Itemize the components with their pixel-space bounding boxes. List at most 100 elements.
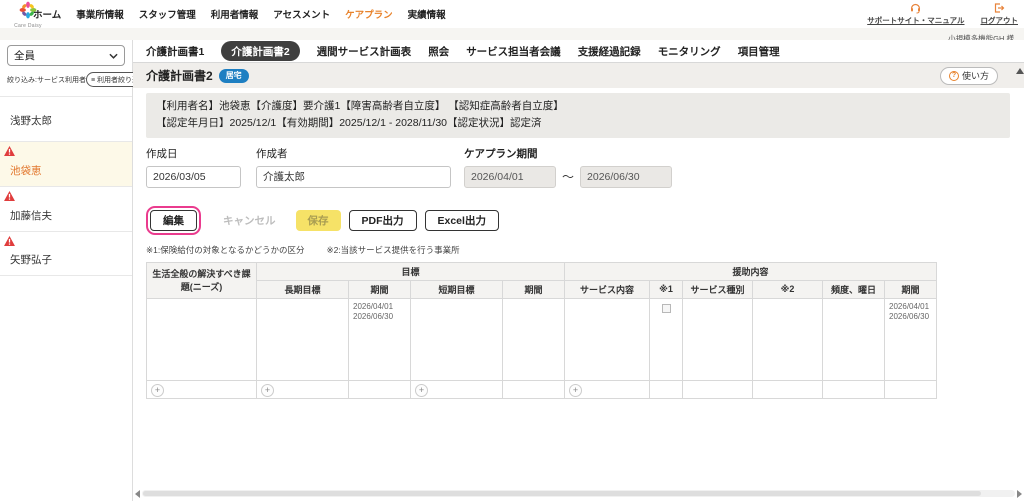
edit-button[interactable]: 編集 [150, 210, 197, 231]
logout-icon [993, 2, 1005, 14]
user-list-item[interactable]: 加藤信夫 [0, 186, 132, 231]
user-list-item[interactable]: 矢野弘子 [0, 231, 132, 276]
user-group-select-value: 全員 [14, 48, 35, 63]
horizontal-scrollbar[interactable] [133, 489, 1024, 498]
add-needs-button[interactable]: + [151, 384, 164, 397]
usage-help-button[interactable]: ? 使い方 [940, 67, 998, 85]
tab-weekly-service-plan[interactable]: 週間サービス計画表 [317, 44, 412, 59]
user-group-select[interactable]: 全員 [7, 45, 125, 66]
col-header-note2: ※2 [753, 280, 823, 298]
col-header-short-goal: 短期目標 [411, 280, 503, 298]
excel-export-button[interactable]: Excel出力 [425, 210, 499, 231]
kyotaku-badge: 居宅 [219, 69, 249, 83]
filter-row: 絞り込み:サービス利用者 ≡ 利用者絞り込み [7, 72, 128, 87]
add-service-cell: + [565, 380, 650, 398]
author-label: 作成者 [256, 146, 451, 161]
created-date-input[interactable] [146, 166, 241, 188]
horizontal-scroll-thumb[interactable] [143, 491, 981, 496]
col-header-period: 期間 [885, 280, 937, 298]
logout-link[interactable]: ログアウト [981, 2, 1019, 26]
user-summary-box: 【利用者名】池袋恵【介護度】要介護1【障害高齢者自立度】 【認知症高齢者自立度】… [146, 93, 1010, 138]
footnote-1: ※1:保険給付の対象となるかどうかの区分 [146, 244, 304, 256]
frequency-cell[interactable] [823, 298, 885, 380]
add-row-spacer [650, 380, 683, 398]
user-list-item-selected[interactable]: 池袋恵 [0, 141, 132, 186]
short-goal-period-cell[interactable] [503, 298, 565, 380]
tab-monitoring[interactable]: モニタリング [658, 44, 721, 59]
tab-inquiry[interactable]: 照会 [428, 44, 449, 59]
col-group-assistance: 援助内容 [565, 262, 937, 280]
period-separator: ～ [562, 168, 574, 185]
add-row-spacer [753, 380, 823, 398]
nav-item-office-info[interactable]: 事業所情報 [76, 7, 124, 21]
col-header-period: 期間 [503, 280, 565, 298]
user-name: 加藤信夫 [10, 208, 52, 223]
long-goal-cell[interactable] [257, 298, 349, 380]
chevron-down-icon [109, 53, 118, 59]
goal-period-cell[interactable]: 2026/04/01 2026/06/30 [349, 298, 411, 380]
app-window: Care Daisy ホーム 事業所情報 スタッフ管理 利用者情報 アセスメント… [0, 0, 1024, 501]
insurance-checkbox[interactable] [662, 304, 671, 313]
add-row-spacer [823, 380, 885, 398]
author-group: 作成者 [256, 146, 451, 188]
tab-item-management[interactable]: 項目管理 [738, 44, 780, 59]
period-end-input[interactable] [580, 166, 672, 188]
top-navbar: Care Daisy ホーム 事業所情報 スタッフ管理 利用者情報 アセスメント… [0, 0, 1024, 28]
vertical-scrollbar[interactable] [1015, 66, 1024, 487]
footnotes: ※1:保険給付の対象となるかどうかの区分 ※2:当該サービス提供を行う事業所 [146, 244, 1010, 256]
add-service-button[interactable]: + [569, 384, 582, 397]
usage-help-label: 使い方 [962, 69, 989, 82]
horizontal-scroll-track[interactable] [142, 490, 1015, 497]
assist-period-end: 2026/06/30 [889, 312, 932, 323]
tab-careplan-doc2[interactable]: 介護計画書2 [221, 41, 299, 61]
facility-strip: 小規模多機能GH 様 [0, 28, 1024, 40]
nav-item-results[interactable]: 実績情報 [408, 7, 446, 21]
user-name: 浅野太郎 [10, 113, 52, 128]
nav-item-home[interactable]: ホーム [33, 7, 61, 21]
nav-item-staff-management[interactable]: スタッフ管理 [139, 7, 196, 21]
note2-cell[interactable] [753, 298, 823, 380]
add-short-goal-button[interactable]: + [415, 384, 428, 397]
add-needs-cell: + [147, 380, 257, 398]
page-titlebar: 介護計画書2 居宅 ? 使い方 [133, 63, 1024, 88]
short-goal-cell[interactable] [411, 298, 503, 380]
warning-icon [4, 236, 15, 246]
support-site-link[interactable]: サポートサイト・マニュアル [867, 2, 964, 26]
nav-item-assessment[interactable]: アセスメント [273, 7, 330, 21]
action-buttons: 編集 キャンセル 保存 PDF出力 Excel出力 [146, 206, 1010, 235]
scroll-up-arrow-icon[interactable] [1016, 68, 1024, 74]
col-header-service: サービス内容 [565, 280, 650, 298]
goal-period-start: 2026/04/01 [353, 302, 406, 313]
headset-icon [909, 2, 922, 14]
careplan-period-label: ケアプラン期間 [464, 146, 672, 161]
tab-service-staff-meeting[interactable]: サービス担当者会議 [466, 44, 561, 59]
tab-careplan-doc1[interactable]: 介護計画書1 [146, 44, 204, 59]
col-header-frequency: 頻度、曜日 [823, 280, 885, 298]
author-input[interactable] [256, 166, 451, 188]
service-content-cell[interactable] [565, 298, 650, 380]
tab-support-progress-record[interactable]: 支援経過記録 [578, 44, 641, 59]
scroll-left-arrow-icon[interactable] [135, 490, 140, 498]
user-list: 浅野太郎 池袋恵 加藤信夫 [0, 96, 132, 276]
col-header-long-goal: 長期目標 [257, 280, 349, 298]
filter-label: 絞り込み:サービス利用者 [7, 75, 86, 85]
scroll-right-arrow-icon[interactable] [1017, 490, 1022, 498]
support-site-label: サポートサイト・マニュアル [867, 15, 964, 26]
hamburger-icon: ≡ [91, 77, 95, 84]
note1-cell [650, 298, 683, 380]
careplan-content: 【利用者名】池袋恵【介護度】要介護1【障害高齢者自立度】 【認知症高齢者自立度】… [133, 88, 1024, 399]
col-header-service-type: サービス種別 [683, 280, 753, 298]
pdf-export-button[interactable]: PDF出力 [349, 210, 417, 231]
nav-item-user-info[interactable]: 利用者情報 [211, 7, 259, 21]
edit-button-highlight: 編集 [146, 206, 201, 235]
footnote-2: ※2:当該サービス提供を行う事業所 [326, 244, 459, 256]
period-start-input[interactable] [464, 166, 556, 188]
goal-period-end: 2026/06/30 [353, 312, 406, 323]
needs-cell[interactable] [147, 298, 257, 380]
plan-meta-form: 作成日 作成者 ケアプラン期間 ～ [146, 146, 1010, 192]
assist-period-cell[interactable]: 2026/04/01 2026/06/30 [885, 298, 937, 380]
nav-item-careplan[interactable]: ケアプラン [345, 7, 393, 21]
service-type-cell[interactable] [683, 298, 753, 380]
user-list-item[interactable]: 浅野太郎 [0, 96, 132, 141]
add-long-goal-button[interactable]: + [261, 384, 274, 397]
